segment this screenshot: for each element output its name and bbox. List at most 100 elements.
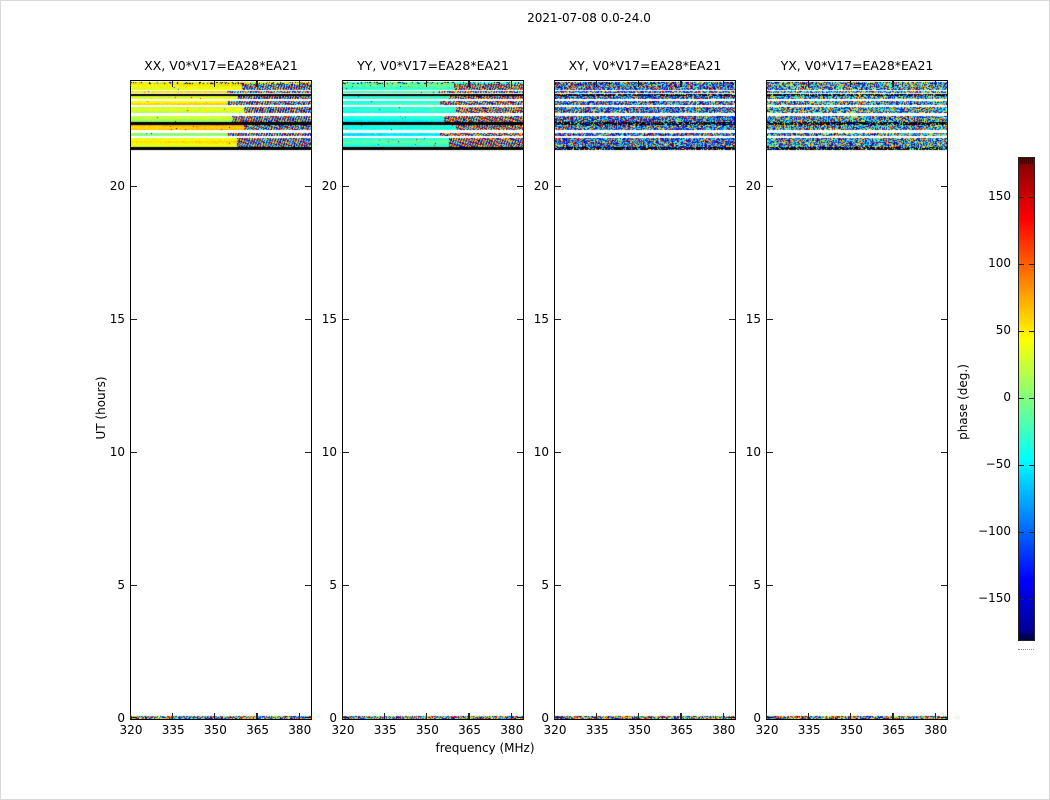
y-axis-label: UT (hours) [94, 376, 108, 439]
panel-title-xy: XY, V0*V17=EA28*EA21 [535, 58, 755, 73]
tick-mark [1019, 398, 1024, 399]
tick-mark [892, 81, 893, 87]
y-tick-label: 15 [91, 312, 125, 327]
panel-title-yx: YX, V0*V17=EA28*EA21 [747, 58, 967, 73]
tick-mark [256, 713, 257, 719]
x-tick-label: 335 [365, 723, 405, 738]
tick-mark [638, 713, 639, 719]
y-tick-label: 10 [303, 445, 337, 460]
tick-mark [723, 81, 724, 87]
tick-mark [935, 713, 936, 719]
y-tick-label: 15 [303, 312, 337, 327]
tick-mark [1019, 197, 1024, 198]
tick-mark [131, 186, 137, 187]
colorbar-tick-label: 0 [967, 390, 1011, 405]
tick-mark [555, 186, 561, 187]
x-tick-label: 320 [747, 723, 787, 738]
tick-mark [1019, 532, 1024, 533]
tick-mark [1029, 398, 1034, 399]
tick-mark [808, 81, 809, 87]
y-tick-label: 20 [727, 179, 761, 194]
x-tick-label: 365 [874, 723, 914, 738]
tick-mark [1019, 331, 1024, 332]
tick-mark [723, 713, 724, 719]
tick-mark [299, 713, 300, 719]
tick-mark [941, 186, 947, 187]
phase-waterfall-figure: 2021-07-08 0.0-24.0 XX, V0*V17=EA28*EA21… [0, 0, 1050, 800]
tick-mark [680, 713, 681, 719]
y-tick-label: 5 [727, 578, 761, 593]
y-tick-label: 20 [303, 179, 337, 194]
y-tick-label: 10 [727, 445, 761, 460]
tick-mark [343, 186, 349, 187]
colorbar-tick-label: 50 [967, 323, 1011, 338]
tick-mark [511, 713, 512, 719]
x-tick-label: 380 [916, 723, 956, 738]
tick-mark [1029, 465, 1034, 466]
tick-mark [343, 319, 349, 320]
tick-mark [299, 81, 300, 87]
colorbar-tick-label: −50 [967, 457, 1011, 472]
x-tick-label: 365 [662, 723, 702, 738]
y-tick-label: 15 [727, 312, 761, 327]
heatmap-canvas-xy [555, 81, 735, 719]
tick-mark [680, 81, 681, 87]
tick-mark [1019, 465, 1024, 466]
tick-mark [343, 717, 349, 718]
tick-mark [767, 319, 773, 320]
tick-mark [808, 713, 809, 719]
tick-mark [767, 717, 773, 718]
tick-mark [638, 81, 639, 87]
x-tick-label: 335 [577, 723, 617, 738]
colorbar-tick-label: 150 [967, 189, 1011, 204]
tick-mark [767, 452, 773, 453]
x-tick-label: 350 [619, 723, 659, 738]
tick-mark [941, 319, 947, 320]
y-tick-label: 5 [303, 578, 337, 593]
heatmap-canvas-xx [131, 81, 311, 719]
tick-mark [596, 713, 597, 719]
y-tick-label: 20 [91, 179, 125, 194]
tick-mark [1029, 331, 1034, 332]
tick-mark [256, 81, 257, 87]
tick-mark [767, 186, 773, 187]
panel-title-yy: YY, V0*V17=EA28*EA21 [323, 58, 543, 73]
tick-mark [343, 585, 349, 586]
tick-mark [131, 717, 137, 718]
tick-mark [596, 81, 597, 87]
tick-mark [342, 713, 343, 719]
colorbar-tick-label: 100 [967, 256, 1011, 271]
figure-title: 2021-07-08 0.0-24.0 [439, 11, 739, 25]
tick-mark [172, 713, 173, 719]
tick-mark [384, 713, 385, 719]
colorbar-dotted-edge [1018, 649, 1034, 650]
y-tick-label: 5 [515, 578, 549, 593]
tick-mark [1019, 599, 1024, 600]
tick-mark [468, 713, 469, 719]
tick-mark [941, 717, 947, 718]
tick-mark [555, 717, 561, 718]
panel-xy-plot-area [554, 80, 736, 720]
tick-mark [850, 713, 851, 719]
x-tick-label: 320 [323, 723, 363, 738]
tick-mark [941, 452, 947, 453]
y-tick-label: 15 [515, 312, 549, 327]
tick-mark [1029, 264, 1034, 265]
x-tick-label: 335 [153, 723, 193, 738]
tick-mark [130, 81, 131, 87]
x-axis-label: frequency (MHz) [385, 741, 585, 755]
x-tick-label: 350 [831, 723, 871, 738]
x-tick-label: 350 [407, 723, 447, 738]
tick-mark [850, 81, 851, 87]
colorbar-tick-label: −100 [967, 524, 1011, 539]
tick-mark [1019, 264, 1024, 265]
panel-yx-plot-area [766, 80, 948, 720]
tick-mark [426, 713, 427, 719]
tick-mark [555, 319, 561, 320]
tick-mark [1029, 197, 1034, 198]
tick-mark [342, 81, 343, 87]
tick-mark [468, 81, 469, 87]
panel-xx-plot-area [130, 80, 312, 720]
tick-mark [554, 81, 555, 87]
tick-mark [555, 452, 561, 453]
